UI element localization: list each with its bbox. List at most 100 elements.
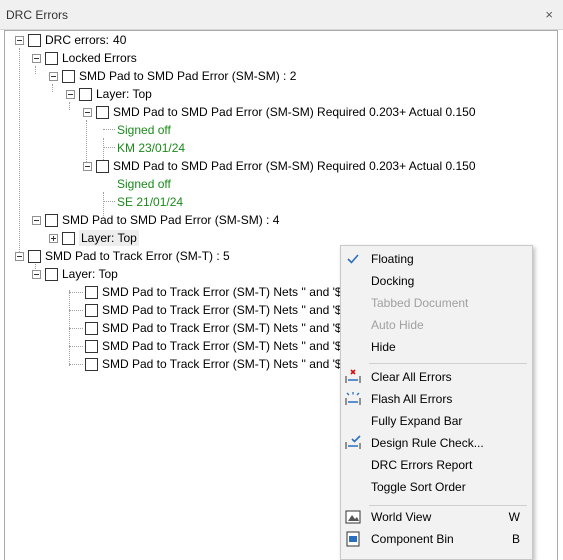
- signoff-status: Signed off: [117, 121, 171, 139]
- smt-group-checkbox[interactable]: [28, 249, 41, 263]
- signoff-signer-text: SE 21/01/24: [117, 195, 184, 209]
- menu-item-component-bin[interactable]: Component Bin B: [341, 528, 532, 550]
- collapse-icon[interactable]: [32, 215, 41, 225]
- tree-connector: [35, 66, 36, 74]
- tree-connector: [69, 310, 83, 311]
- smsm-group-checkbox[interactable]: [45, 213, 58, 227]
- tree-connector: [69, 364, 83, 365]
- menu-item-label: Floating: [371, 252, 414, 266]
- tree-connector: [69, 328, 83, 329]
- smt-error-checkbox[interactable]: [85, 339, 98, 353]
- smt-error-checkbox[interactable]: [85, 285, 98, 299]
- smsm-layer-label: Layer: Top: [79, 230, 139, 246]
- locked-layer-label: Layer: Top: [96, 87, 152, 101]
- menu-item-label: Clear All Errors: [371, 370, 452, 384]
- tree-node-locked-smsm[interactable]: SMD Pad to SMD Pad Error (SM-SM) : 2: [49, 67, 296, 85]
- smt-error-checkbox[interactable]: [85, 321, 98, 335]
- menu-item-docking[interactable]: Docking: [341, 270, 532, 292]
- menu-item-label: Auto Hide: [371, 318, 424, 332]
- locked-errors-checkbox[interactable]: [45, 51, 58, 65]
- collapse-icon[interactable]: [83, 107, 92, 117]
- smt-layer-checkbox[interactable]: [45, 267, 58, 281]
- menu-item-label: Flash All Errors: [371, 392, 453, 406]
- menu-item-label: Fully Expand Bar: [371, 414, 463, 428]
- locked-layer-checkbox[interactable]: [79, 87, 92, 101]
- tree-node-locked-error-2[interactable]: SMD Pad to SMD Pad Error (SM-SM) Require…: [83, 157, 476, 175]
- menu-item-label: Docking: [371, 274, 415, 288]
- collapse-icon[interactable]: [83, 161, 92, 171]
- menu-item-toggle-sort-order[interactable]: Toggle Sort Order: [341, 476, 532, 498]
- menu-item-auto-hide[interactable]: Auto Hide: [341, 314, 532, 336]
- menu-item-clear-all-errors[interactable]: Clear All Errors: [341, 366, 532, 388]
- menu-item-tabbed-document[interactable]: Tabbed Document: [341, 292, 532, 314]
- smsm-group-label: SMD Pad to SMD Pad Error (SM-SM) : 4: [62, 213, 280, 227]
- locked-smsm-checkbox[interactable]: [62, 69, 75, 83]
- menu-item-label: Component Bin: [371, 532, 454, 546]
- collapse-icon[interactable]: [66, 89, 75, 99]
- tree-node-smt-error[interactable]: SMD Pad to Track Error (SM-T) Nets '' an…: [85, 319, 348, 337]
- menu-item-label: Tabbed Document: [371, 296, 469, 310]
- menu-item-design-rule-check[interactable]: Design Rule Check...: [341, 432, 532, 454]
- signoff-status-text: Signed off: [117, 177, 171, 191]
- root-label: DRC errors:: [45, 33, 110, 47]
- locked-smsm-label: SMD Pad to SMD Pad Error (SM-SM) : 2: [79, 69, 297, 83]
- tree-node-locked-errors[interactable]: Locked Errors: [32, 49, 137, 67]
- signoff-signer-text: KM 23/01/24: [117, 141, 186, 155]
- tree-node-smt-error[interactable]: SMD Pad to Track Error (SM-T) Nets '' an…: [85, 355, 348, 373]
- smt-error-label: SMD Pad to Track Error (SM-T) Nets '' an…: [102, 321, 349, 335]
- collapse-icon[interactable]: [15, 35, 24, 45]
- collapse-icon[interactable]: [15, 251, 24, 261]
- menu-shortcut: W: [508, 510, 520, 524]
- context-menu: Floating Docking Tabbed Document Auto Hi…: [340, 245, 533, 560]
- tree-connector: [19, 48, 20, 254]
- collapse-icon[interactable]: [32, 269, 41, 279]
- menu-item-hide[interactable]: Hide: [341, 336, 532, 358]
- locked-errors-label: Locked Errors: [62, 51, 137, 65]
- root-checkbox[interactable]: [28, 33, 41, 47]
- smt-layer-label: Layer: Top: [62, 267, 118, 281]
- tree-node-smsm-layer[interactable]: Layer: Top: [49, 229, 139, 247]
- tree-node-smt-error[interactable]: SMD Pad to Track Error (SM-T) Nets '' an…: [85, 283, 348, 301]
- root-count: 40: [113, 33, 127, 47]
- smt-error-checkbox[interactable]: [85, 303, 98, 317]
- tree-connector: [103, 201, 115, 202]
- smt-error-label: SMD Pad to Track Error (SM-T) Nets '' an…: [102, 303, 349, 317]
- menu-item-floating[interactable]: Floating: [341, 248, 532, 270]
- close-icon[interactable]: ×: [545, 7, 553, 22]
- menu-shortcut: B: [511, 532, 520, 546]
- panel-title: DRC Errors: [6, 8, 68, 22]
- menu-item-flash-all-errors[interactable]: Flash All Errors: [341, 388, 532, 410]
- smsm-layer-checkbox[interactable]: [62, 231, 75, 245]
- flash-errors-icon: [345, 391, 361, 407]
- collapse-icon[interactable]: [32, 53, 41, 63]
- menu-item-label: DRC Errors Report: [371, 458, 473, 472]
- tree-node-smsm-group[interactable]: SMD Pad to SMD Pad Error (SM-SM) : 4: [32, 211, 279, 229]
- tree-node-locked-layer[interactable]: Layer: Top: [66, 85, 152, 103]
- component-bin-icon: [345, 531, 361, 547]
- expand-icon[interactable]: [49, 233, 58, 243]
- collapse-icon[interactable]: [49, 71, 58, 81]
- signoff-status-text: Signed off: [117, 123, 171, 137]
- checkmark-icon: [345, 251, 361, 267]
- smt-error-label: SMD Pad to Track Error (SM-T) Nets '' an…: [102, 357, 349, 371]
- panel-titlebar: DRC Errors ×: [0, 0, 563, 30]
- menu-item-fully-expand-bar[interactable]: Fully Expand Bar: [341, 410, 532, 432]
- tree-connector: [103, 129, 115, 130]
- locked-error-2-checkbox[interactable]: [96, 159, 109, 173]
- tree-node-locked-error-1[interactable]: SMD Pad to SMD Pad Error (SM-SM) Require…: [83, 103, 476, 121]
- world-view-icon: [345, 509, 361, 525]
- tree-node-smt-error[interactable]: SMD Pad to Track Error (SM-T) Nets '' an…: [85, 301, 348, 319]
- tree-connector: [69, 102, 70, 110]
- tree-node-root[interactable]: DRC errors: 40: [15, 31, 126, 49]
- tree-connector: [103, 147, 115, 148]
- menu-item-drc-errors-report[interactable]: DRC Errors Report: [341, 454, 532, 476]
- menu-item-world-view[interactable]: World View W: [341, 506, 532, 528]
- menu-item-label: Design Rule Check...: [371, 436, 484, 450]
- tree-node-smt-group[interactable]: SMD Pad to Track Error (SM-T) : 5: [15, 247, 230, 265]
- locked-error-1-checkbox[interactable]: [96, 105, 109, 119]
- tree-node-smt-layer[interactable]: Layer: Top: [32, 265, 118, 283]
- menu-item-label: Hide: [371, 340, 396, 354]
- menu-separator: [369, 363, 527, 364]
- smt-error-checkbox[interactable]: [85, 357, 98, 371]
- tree-node-smt-error[interactable]: SMD Pad to Track Error (SM-T) Nets '' an…: [85, 337, 348, 355]
